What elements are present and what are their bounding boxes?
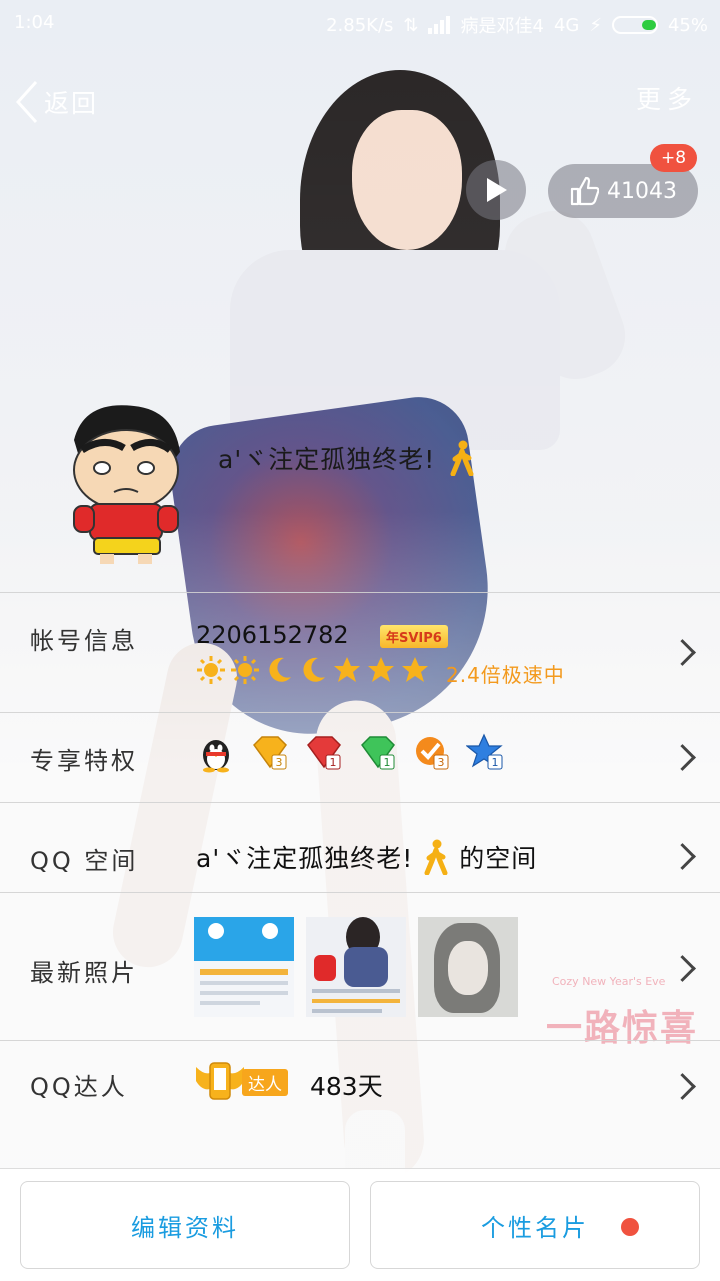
chevron-right-icon [669, 744, 696, 771]
account-info-row[interactable]: 帐号信息 2206152782 年SVIP6 2.4倍极速中 [0, 592, 720, 712]
photo-thumbnail[interactable] [418, 917, 518, 1017]
latest-photos-label: 最新照片 [30, 959, 138, 987]
watermark-subtitle: Cozy New Year's Eve [552, 975, 666, 988]
chevron-right-icon [669, 639, 696, 666]
walking-person-icon [424, 839, 448, 875]
network-type: 4G [553, 14, 580, 36]
signal-icon [428, 16, 451, 34]
talent-badge-label: 达人 [242, 1069, 288, 1096]
chevron-right-icon [669, 955, 696, 982]
blue-star-icon: 1 [466, 733, 503, 770]
bottom-action-bar: 编辑资料 个性名片 [0, 1168, 720, 1281]
edit-profile-button[interactable]: 编辑资料 [20, 1181, 350, 1269]
back-label: 返回 [44, 89, 99, 118]
like-button[interactable]: 41043 [548, 164, 698, 218]
red-diamond-icon: 1 [307, 736, 341, 770]
chevron-right-icon [669, 1073, 696, 1100]
svip-badge: 年SVIP6 [380, 625, 448, 648]
personal-card-label: 个性名片 [481, 1213, 589, 1242]
more-button[interactable]: 更多 [636, 80, 698, 116]
chevron-right-icon [669, 843, 696, 870]
nickname-row: a'ヾ注定孤独终老! [218, 440, 475, 476]
qzone-row[interactable]: QQ 空间 a'ヾ注定孤独终老! 的空间 [0, 802, 720, 892]
photo-thumbnails [194, 917, 518, 1017]
svg-text:3: 3 [276, 756, 283, 769]
winged-phone-icon [196, 1062, 244, 1100]
new-indicator-dot [621, 1218, 639, 1236]
talent-badge: 达人 [194, 1061, 290, 1101]
qzone-suffix: 的空间 [459, 844, 538, 873]
moon-icon [269, 657, 291, 682]
profile-info-list: 帐号信息 2206152782 年SVIP6 2.4倍极速中 专享特权 3 1 … [0, 592, 720, 1150]
green-diamond-icon: 1 [361, 736, 395, 770]
svg-text:1: 1 [492, 756, 499, 769]
yellow-diamond-icon: 3 [253, 736, 287, 770]
svg-text:1: 1 [384, 756, 391, 769]
avatar[interactable] [54, 400, 194, 568]
latest-photos-row[interactable]: 最新照片 Cozy New Year's Eve 一路惊喜 [0, 892, 720, 1049]
qzone-owner-name: a'ヾ注定孤独终老! [196, 844, 414, 873]
svg-text:1: 1 [330, 756, 337, 769]
walking-person-icon [450, 440, 474, 476]
star-icon [402, 657, 428, 682]
sun-icon [231, 656, 259, 684]
qzone-label: QQ 空间 [30, 847, 139, 875]
battery-percent: 45% [667, 14, 708, 36]
battery-icon [611, 16, 658, 34]
star-icon [368, 657, 394, 682]
privilege-icons: 3 1 1 3 1 [196, 733, 506, 773]
status-time: 1:04 [14, 12, 55, 33]
star-icon [334, 657, 360, 682]
speed-up-text: 2.4倍极速中 [446, 663, 565, 687]
play-icon [487, 178, 507, 202]
back-button[interactable]: 返回 [14, 80, 98, 124]
qq-penguin-icon [203, 740, 229, 773]
play-button[interactable] [466, 160, 526, 220]
privileges-row[interactable]: 专享特权 3 1 1 3 1 [0, 712, 720, 802]
back-arrow-icon [15, 80, 38, 124]
account-info-label: 帐号信息 [30, 627, 138, 655]
network-speed: 2.85K/s [326, 14, 394, 36]
carrier-name: 病是邓佳4 [460, 16, 544, 37]
orange-check-icon: 3 [416, 737, 449, 770]
photo-thumbnail[interactable] [306, 917, 406, 1017]
like-new-badge: +8 [650, 144, 698, 172]
qq-talent-label: QQ达人 [30, 1073, 128, 1101]
data-transfer-icon: ⇅ [403, 14, 419, 36]
privileges-label: 专享特权 [30, 747, 138, 775]
like-count: 41043 [607, 178, 677, 204]
qq-talent-row[interactable]: QQ达人 达人 483天 [0, 1040, 720, 1150]
svg-text:3: 3 [438, 756, 445, 769]
photo-thumbnail[interactable] [194, 917, 294, 1017]
qq-level-icons [196, 655, 430, 685]
status-bar: 1:04 2.85K/s ⇅ 病是邓佳4 4G ⚡ 45% [0, 0, 720, 48]
talent-days: 483天 [310, 1072, 383, 1101]
avatar-cartoon-image [73, 405, 180, 564]
qzone-title: a'ヾ注定孤独终老! 的空间 [196, 839, 537, 875]
nickname: a'ヾ注定孤独终老! [218, 445, 436, 474]
thumbs-up-icon [570, 176, 599, 206]
qq-number: 2206152782 [196, 621, 349, 649]
sun-icon [197, 656, 225, 684]
charging-icon: ⚡ [589, 14, 602, 36]
personal-card-button[interactable]: 个性名片 [370, 1181, 700, 1269]
moon-icon [303, 657, 325, 682]
